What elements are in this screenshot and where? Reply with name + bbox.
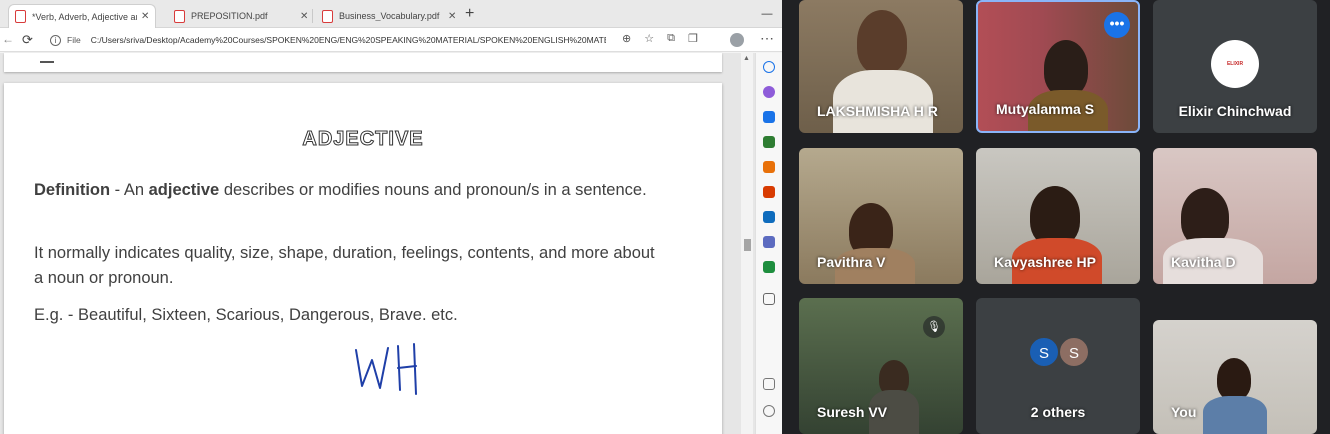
office-icon[interactable] [763,186,775,198]
participant-name: 2 others [1030,404,1086,420]
info-icon[interactable]: i [50,34,61,46]
copilot-icon[interactable] [763,86,775,98]
participant-video-body [833,70,933,133]
participant-name: Kavitha D [1171,254,1236,270]
examples-paragraph: E.g. - Beautiful, Sixteen, Scarious, Dan… [34,306,458,324]
address-actions: ⊕ ☆ ⧉ ❐ [622,32,698,45]
avatar: S [1058,336,1090,368]
elixir-logo: ELIXIR [1211,40,1259,88]
scroll-up-icon[interactable]: ▲ [743,55,750,62]
close-icon[interactable]: ✕ [300,11,308,22]
participant-tile[interactable]: 🎙 Suresh VV [799,298,963,434]
participant-name: LAKSHMISHA H R [817,103,938,119]
screen: *Verb, Adverb, Adjective and Ho... ✕ PRE… [0,0,1330,434]
close-icon[interactable]: ✕ [141,11,149,22]
participant-video [857,10,907,74]
zoom-icon[interactable]: ⊕ [622,32,631,45]
participant-tile-active[interactable]: ••• Mutyalamma S [976,0,1140,133]
window-controls: — [752,0,782,28]
more-options-icon[interactable]: ⋯ [760,30,774,47]
pdf-icon [174,9,185,23]
edge-sidebar [755,53,782,434]
scroll-thumb[interactable] [744,239,751,251]
tab-bar: *Verb, Adverb, Adjective and Ho... ✕ PRE… [0,0,782,28]
profile-icon[interactable] [730,33,744,47]
new-tab-icon[interactable]: + [465,6,474,22]
definition-term: adjective [148,181,220,199]
participant-name: Kavyashree HP [994,254,1096,270]
participant-tile[interactable]: ELIXIR Elixir Chinchwad [1153,0,1317,133]
tab-label: *Verb, Adverb, Adjective and Ho... [32,11,137,22]
participant-name: Pavithra V [817,254,886,270]
collections-icon[interactable]: ❐ [688,32,698,45]
pdf-page: ADJECTIVE Definition - An adjective desc… [4,83,722,434]
participant-name: Elixir Chinchwad [1178,103,1292,119]
participant-video [1217,358,1251,400]
pdf-viewer[interactable]: ADJECTIVE Definition - An adjective desc… [0,53,755,434]
pdf-icon [15,10,26,23]
shopping-icon[interactable] [763,111,775,123]
sidebar-layout-icon[interactable] [763,378,775,390]
file-label: File [67,35,81,45]
url-text: C:/Users/sriva/Desktop/Academy%20Courses… [90,35,606,45]
mic-off-icon: 🎙 [923,316,945,338]
previous-page [4,53,722,72]
page-mark [40,61,54,63]
participant-tile[interactable]: Pavithra V [799,148,963,284]
definition-pre: - An [110,181,149,199]
participant-name: Mutyalamma S [996,101,1095,117]
tab-verb-adverb[interactable]: *Verb, Adverb, Adjective and Ho... ✕ [8,4,157,28]
split-screen-icon[interactable]: ⧉ [667,32,675,45]
participant-video [1044,40,1088,96]
refresh-icon[interactable]: ⟳ [22,32,33,48]
back-icon[interactable]: ← [2,32,14,46]
search-icon[interactable] [763,61,775,73]
participant-tile[interactable]: LAKSHMISHA H R [799,0,963,133]
add-icon[interactable] [763,293,775,305]
tab-divider [312,9,313,23]
teams-icon[interactable] [763,236,775,248]
others-tile[interactable]: S S 2 others [976,298,1140,434]
handwritten-annotation [355,343,417,395]
definition-label: Definition [34,181,111,199]
participant-tile[interactable]: Kavyashree HP [976,148,1140,284]
tab-preposition[interactable]: PREPOSITION.pdf ✕ [168,4,314,28]
favorite-icon[interactable]: ☆ [644,32,654,45]
vertical-scrollbar[interactable]: ▲ [741,53,753,434]
drop-icon[interactable] [763,261,775,273]
participant-video [1030,186,1080,246]
participant-tile[interactable]: Kavitha D [1153,148,1317,284]
definition-post: describes or modifies nouns and pronoun/… [219,181,647,199]
tab-label: Business_Vocabulary.pdf [339,11,440,21]
tools-icon[interactable] [763,136,775,148]
address-bar: ← ⟳ i File C:/Users/sriva/Desktop/Academ… [0,28,782,52]
minimize-icon[interactable]: — [752,0,782,28]
self-tile[interactable]: You [1153,320,1317,434]
tab-business-vocabulary[interactable]: Business_Vocabulary.pdf ✕ [316,4,462,28]
participant-name: Suresh VV [817,404,888,420]
close-icon[interactable]: ✕ [448,11,456,22]
avatar: S [1028,336,1060,368]
indication-paragraph: It normally indicates quality, size, sha… [34,244,655,287]
definition-paragraph: Definition - An adjective describes or m… [34,178,664,203]
participant-name: You [1171,404,1197,420]
outlook-icon[interactable] [763,211,775,223]
page-title: ADJECTIVE [302,128,424,151]
games-icon[interactable] [763,161,775,173]
browser-window: *Verb, Adverb, Adjective and Ho... ✕ PRE… [0,0,782,434]
pdf-icon [322,9,333,23]
tab-label: PREPOSITION.pdf [191,11,268,21]
logo-text: ELIXIR [1226,61,1244,67]
settings-icon[interactable] [763,405,775,417]
url-field[interactable]: i File C:/Users/sriva/Desktop/Academy%20… [50,31,630,49]
more-options-icon[interactable]: ••• [1104,12,1130,38]
